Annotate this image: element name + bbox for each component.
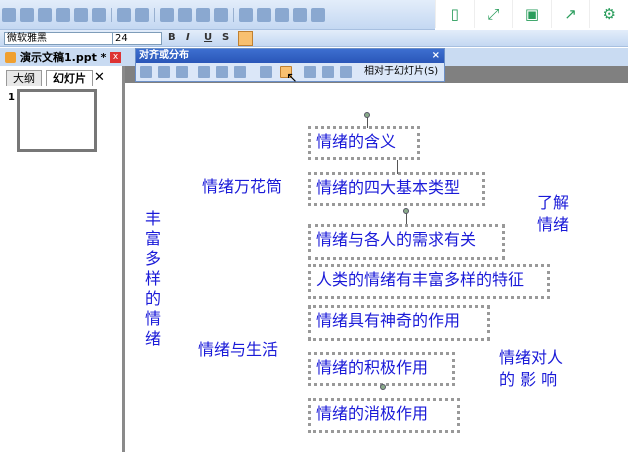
panel-title: 对齐或分布 bbox=[139, 50, 189, 61]
export-icon[interactable] bbox=[92, 8, 106, 22]
align-top-icon[interactable] bbox=[198, 66, 210, 78]
align-left-button[interactable] bbox=[238, 31, 253, 46]
document-tab[interactable]: 演示文稿1.ppt * bbox=[2, 49, 122, 66]
share-icon[interactable]: ↗ bbox=[550, 0, 590, 28]
chart-icon[interactable] bbox=[293, 8, 307, 22]
text-box[interactable]: 情绪的消极作用 bbox=[308, 398, 460, 433]
tab-slides[interactable]: 幻灯片 bbox=[46, 70, 93, 86]
document-title: 演示文稿1.ppt * bbox=[20, 51, 107, 64]
copy-icon[interactable] bbox=[160, 8, 174, 22]
align-center-icon[interactable] bbox=[158, 66, 170, 78]
tab-outline[interactable]: 大纲 bbox=[6, 70, 42, 86]
right-action-panel: ▯ ⤢ ▣ ↗ ⚙ bbox=[435, 0, 628, 28]
pdf-icon[interactable] bbox=[56, 8, 70, 22]
close-icon[interactable]: × bbox=[432, 49, 440, 63]
slide-thumbnail[interactable] bbox=[17, 89, 97, 152]
save-icon[interactable] bbox=[38, 8, 52, 22]
text-box[interactable]: 情绪具有神奇的作用 bbox=[308, 305, 490, 341]
same-size-icon[interactable] bbox=[340, 66, 352, 78]
settings-icon[interactable]: ⚙ bbox=[589, 0, 628, 28]
close-document-button[interactable]: x bbox=[110, 52, 121, 63]
align-bottom-icon[interactable] bbox=[234, 66, 246, 78]
print-preview-icon[interactable] bbox=[117, 8, 131, 22]
table-icon[interactable] bbox=[311, 8, 325, 22]
save-icon[interactable]: ▣ bbox=[512, 0, 551, 28]
close-pane-button[interactable]: ✕ bbox=[94, 70, 105, 85]
label-rich[interactable]: 丰富多样的情绪 bbox=[140, 210, 162, 350]
text-box[interactable]: 情绪与各人的需求有关 bbox=[308, 224, 505, 260]
label-impact[interactable]: 情绪对人 的 影 响 bbox=[499, 347, 563, 391]
same-height-icon[interactable] bbox=[304, 66, 316, 78]
shadow-button[interactable]: S bbox=[222, 32, 229, 43]
relative-to-slide-button[interactable]: 相对于幻灯片(S) bbox=[364, 65, 438, 79]
ppt-file-icon bbox=[5, 52, 16, 63]
redo-icon[interactable] bbox=[257, 8, 271, 22]
cut-icon[interactable] bbox=[178, 8, 192, 22]
distribute-horizontal-icon[interactable] bbox=[260, 66, 272, 78]
italic-button[interactable]: I bbox=[186, 32, 190, 43]
paste-icon[interactable] bbox=[196, 8, 210, 22]
fullscreen-icon[interactable]: ⤢ bbox=[473, 0, 513, 28]
print-icon[interactable] bbox=[74, 8, 88, 22]
label-life[interactable]: 情绪与生活 bbox=[198, 339, 278, 361]
format-painter-icon[interactable] bbox=[214, 8, 228, 22]
align-middle-icon[interactable] bbox=[216, 66, 228, 78]
text-box[interactable]: 情绪的含义 bbox=[308, 126, 420, 160]
text-box[interactable]: 人类的情绪有丰富多样的特征 bbox=[308, 264, 550, 299]
formula-icon[interactable] bbox=[275, 8, 289, 22]
format-icon[interactable] bbox=[135, 8, 149, 22]
bold-button[interactable]: B bbox=[168, 32, 176, 43]
mouse-cursor-icon: ↖ bbox=[286, 70, 298, 86]
align-right-icon[interactable] bbox=[176, 66, 188, 78]
underline-button[interactable]: U bbox=[204, 32, 212, 43]
text-box[interactable]: 情绪的积极作用 bbox=[308, 352, 455, 386]
text-box[interactable]: 情绪的四大基本类型 bbox=[308, 172, 485, 206]
slide-number: 1 bbox=[8, 92, 15, 103]
label-understand[interactable]: 了解 情绪 bbox=[537, 192, 569, 236]
label-kaleidoscope[interactable]: 情绪万花筒 bbox=[202, 176, 282, 198]
standard-toolbar bbox=[0, 0, 435, 30]
font-size-select[interactable]: 24 bbox=[112, 32, 162, 45]
undo-icon[interactable] bbox=[239, 8, 253, 22]
open-icon[interactable] bbox=[20, 8, 34, 22]
tablet-icon[interactable]: ▯ bbox=[435, 0, 474, 28]
align-left-icon[interactable] bbox=[140, 66, 152, 78]
same-width-icon[interactable] bbox=[322, 66, 334, 78]
new-icon[interactable] bbox=[2, 8, 16, 22]
